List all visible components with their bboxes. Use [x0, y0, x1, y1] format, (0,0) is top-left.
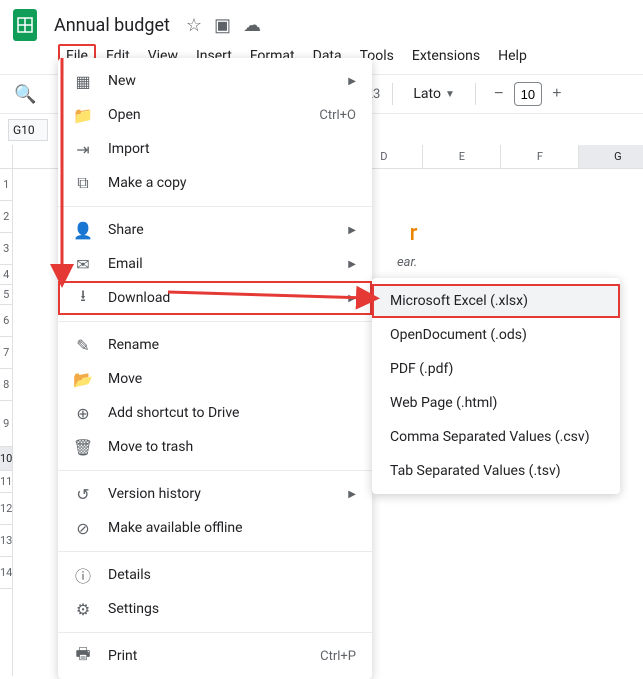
name-box[interactable]: G10: [8, 119, 48, 141]
submenu-item-tsv[interactable]: Tab Separated Values (.tsv): [372, 454, 620, 488]
submenu-arrow-icon: ▶: [348, 76, 356, 87]
submenu-arrow-icon: ▶: [348, 259, 356, 270]
trash-icon: 🗑: [74, 438, 92, 457]
title-bar: Annual budget ☆ ▣ ☁: [0, 0, 643, 44]
divider: [392, 83, 393, 105]
separator: [58, 321, 372, 322]
col-header[interactable]: G: [579, 145, 643, 168]
download-submenu: Microsoft Excel (.xlsx) OpenDocument (.o…: [372, 278, 620, 494]
search-icon[interactable]: 🔍: [10, 80, 40, 109]
cell-subheading-fragment: ear.: [397, 255, 417, 270]
menu-item-settings[interactable]: ⚙Settings: [58, 592, 372, 626]
menu-item-open[interactable]: 📁OpenCtrl+O: [58, 98, 372, 132]
row-header[interactable]: 1: [0, 169, 12, 201]
menu-item-make-copy[interactable]: ⧉Make a copy: [58, 166, 372, 200]
new-icon: ▦: [74, 72, 92, 91]
rename-icon: ✎: [74, 336, 92, 355]
font-size-decrease[interactable]: −: [488, 82, 510, 106]
import-icon: ⇥: [74, 140, 92, 159]
separator: [58, 551, 372, 552]
menu-item-rename[interactable]: ✎Rename: [58, 328, 372, 362]
submenu-item-csv[interactable]: Comma Separated Values (.csv): [372, 420, 620, 454]
menu-item-import[interactable]: ⇥Import: [58, 132, 372, 166]
submenu-item-pdf[interactable]: PDF (.pdf): [372, 352, 620, 386]
submenu-arrow-icon: ▶: [348, 293, 356, 304]
menu-item-download[interactable]: ⭳Download▶: [58, 281, 372, 315]
submenu-item-html[interactable]: Web Page (.html): [372, 386, 620, 420]
cell-heading-fragment: r: [410, 221, 418, 246]
row-header[interactable]: 6: [0, 305, 12, 337]
submenu-item-xlsx[interactable]: Microsoft Excel (.xlsx): [372, 284, 620, 318]
menu-item-offline[interactable]: ⊘Make available offline: [58, 511, 372, 545]
menu-item-trash[interactable]: 🗑Move to trash: [58, 430, 372, 464]
cloud-status-icon[interactable]: ☁: [243, 15, 261, 36]
row-header[interactable]: 9: [0, 401, 12, 447]
menu-item-version-history[interactable]: ↺Version history▶: [58, 477, 372, 511]
document-title[interactable]: Annual budget: [48, 13, 176, 38]
submenu-arrow-icon: ▶: [348, 225, 356, 236]
print-icon: 🖶: [74, 643, 92, 670]
row-header[interactable]: 14: [0, 557, 12, 589]
row-header[interactable]: 11: [0, 471, 12, 493]
font-size-stepper: − +: [488, 82, 568, 106]
shortcut-icon: ⊕: [74, 404, 92, 423]
folder-icon: 📁: [74, 106, 92, 125]
download-icon: ⭳: [74, 285, 92, 312]
separator: [58, 632, 372, 633]
font-name: Lato: [413, 86, 441, 102]
menu-item-move[interactable]: 📂Move: [58, 362, 372, 396]
row-header[interactable]: 13: [0, 525, 12, 557]
divider: [475, 83, 476, 105]
menu-item-add-shortcut[interactable]: ⊕Add shortcut to Drive: [58, 396, 372, 430]
menu-item-details[interactable]: ⓘDetails: [58, 558, 372, 592]
row-header[interactable]: 7: [0, 337, 12, 369]
offline-icon: ⊘: [74, 519, 92, 538]
file-menu-dropdown: ▦New▶ 📁OpenCtrl+O ⇥Import ⧉Make a copy 👤…: [58, 58, 372, 679]
col-header[interactable]: E: [423, 145, 501, 168]
chevron-down-icon: ▼: [445, 89, 455, 100]
copy-icon: ⧉: [74, 173, 92, 193]
menu-item-print[interactable]: 🖶PrintCtrl+P: [58, 639, 372, 673]
col-header[interactable]: F: [501, 145, 579, 168]
star-icon[interactable]: ☆: [186, 15, 202, 36]
font-size-input[interactable]: [514, 82, 542, 106]
row-header[interactable]: 2: [0, 201, 12, 233]
row-header[interactable]: 4: [0, 265, 12, 285]
menu-item-new[interactable]: ▦New▶: [58, 64, 372, 98]
info-icon: ⓘ: [74, 563, 92, 587]
menu-extensions[interactable]: Extensions: [404, 44, 488, 68]
row-header[interactable]: 10: [0, 447, 12, 471]
font-picker[interactable]: Lato ▼: [405, 82, 463, 106]
gear-icon: ⚙: [74, 600, 92, 619]
row-header[interactable]: 5: [0, 285, 12, 305]
menu-item-share[interactable]: 👤Share▶: [58, 213, 372, 247]
submenu-item-ods[interactable]: OpenDocument (.ods): [372, 318, 620, 352]
share-icon: 👤: [74, 221, 92, 240]
row-header[interactable]: 8: [0, 369, 12, 401]
font-size-increase[interactable]: +: [546, 82, 568, 106]
corner-cell[interactable]: [0, 145, 12, 169]
row-header[interactable]: 12: [0, 493, 12, 525]
menu-item-email[interactable]: ✉Email▶: [58, 247, 372, 281]
row-headers: 1 2 3 4 5 6 7 8 9 10 11 12 13 14: [0, 145, 13, 676]
menu-help[interactable]: Help: [490, 44, 535, 68]
move-folder-icon[interactable]: ▣: [214, 15, 231, 36]
move-icon: 📂: [74, 370, 92, 389]
email-icon: ✉: [74, 255, 92, 274]
sheets-logo[interactable]: [12, 8, 38, 42]
separator: [58, 206, 372, 207]
history-icon: ↺: [74, 485, 92, 504]
row-header[interactable]: 3: [0, 233, 12, 265]
separator: [58, 470, 372, 471]
submenu-arrow-icon: ▶: [348, 489, 356, 500]
